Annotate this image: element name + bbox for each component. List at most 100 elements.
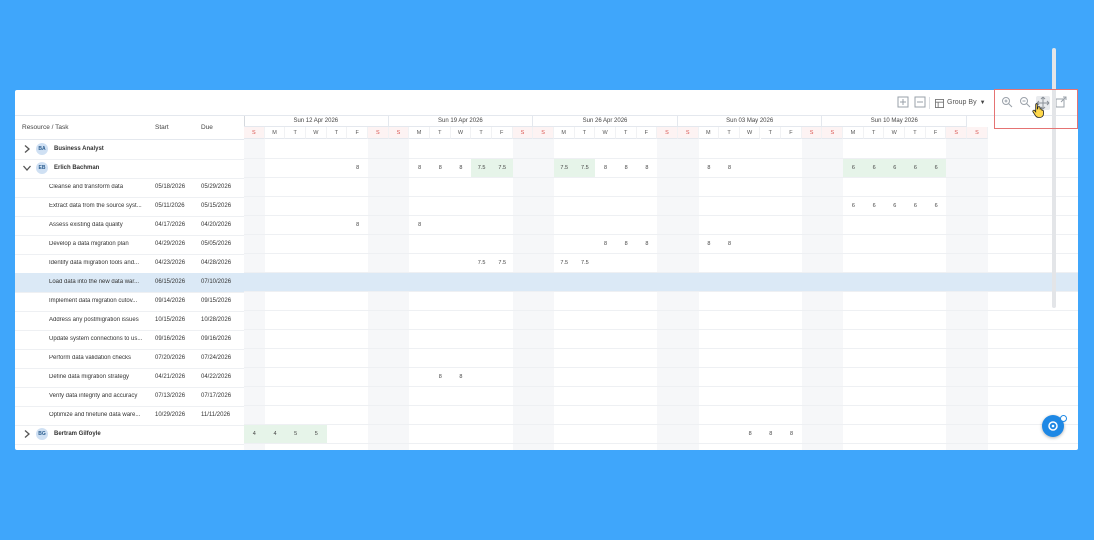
allocated-hours-cell[interactable]: 4 <box>244 425 265 443</box>
task-row[interactable]: Perform data validation checks 07/20/2026… <box>15 349 244 369</box>
allocated-hours-cell[interactable]: 7.5 <box>492 254 513 272</box>
allocated-hours-cell[interactable]: 8 <box>451 159 472 177</box>
timeline-row[interactable]: 88 <box>244 216 1078 235</box>
allocated-hours-cell[interactable]: 6 <box>843 197 864 215</box>
allocated-hours-cell[interactable]: 8 <box>637 159 658 177</box>
timeline-row[interactable] <box>244 406 1078 425</box>
allocated-hours-cell[interactable]: 7.5 <box>471 159 492 177</box>
column-header-resource-task[interactable]: Resource / Task <box>22 124 68 131</box>
task-row[interactable]: Define data migration strategy 04/21/2026… <box>15 368 244 388</box>
allocated-hours-cell[interactable]: 7.5 <box>491 159 513 177</box>
task-row[interactable]: Verify data integrity and accuracy 07/13/… <box>15 387 244 407</box>
allocated-hours-cell[interactable]: 8 <box>347 159 368 177</box>
allocated-hours-cell[interactable]: 8 <box>719 235 740 253</box>
open-external-icon[interactable] <box>1055 96 1069 110</box>
task-row[interactable]: Cleanse and transform data 05/18/2026 05/2… <box>15 178 244 198</box>
task-start-date: 04/23/2026 <box>155 260 186 266</box>
allocated-hours-cell[interactable]: 8 <box>347 216 368 234</box>
task-row[interactable]: Optimize and finetune data ware... 10/29/… <box>15 406 244 426</box>
zoom-in-icon[interactable] <box>1001 96 1015 110</box>
task-row[interactable]: Implement data migration cutov... 09/14/2… <box>15 292 244 312</box>
column-header-start[interactable]: Start <box>155 124 169 131</box>
timeline-row[interactable] <box>244 178 1078 197</box>
task-row[interactable]: Update system connections to us... 09/16/… <box>15 330 244 350</box>
collapse-all-icon[interactable] <box>914 96 928 110</box>
allocated-hours-cell[interactable]: 8 <box>781 425 802 443</box>
allocated-hours-cell[interactable]: 8 <box>761 425 782 443</box>
resource-row[interactable]: EB Erlich Bachman <box>15 159 244 179</box>
task-start-date: 06/15/2026 <box>155 279 186 285</box>
task-row[interactable]: Identify data migration tools and... 04/2… <box>15 254 244 274</box>
vertical-scrollbar[interactable] <box>1052 48 1056 308</box>
timeline-row[interactable] <box>244 387 1078 406</box>
allocated-hours-cell[interactable]: 8 <box>699 235 720 253</box>
timeline-row[interactable] <box>244 330 1078 349</box>
allocated-hours-cell[interactable]: 8 <box>699 159 720 177</box>
resource-row[interactable]: BA Business Analyst <box>15 140 244 160</box>
allocated-hours-cell[interactable]: 4 <box>264 425 286 443</box>
allocated-hours-cell[interactable]: 7.5 <box>553 159 575 177</box>
timeline-row[interactable]: 88888 <box>244 235 1078 254</box>
task-name: Define data migration strategy <box>49 374 130 380</box>
allocated-hours-cell[interactable]: 8 <box>740 425 761 443</box>
allocated-hours-cell[interactable]: 8 <box>409 159 430 177</box>
expand-all-icon[interactable] <box>897 96 911 110</box>
toolbar-divider <box>929 97 930 109</box>
allocated-hours-cell[interactable]: 6 <box>864 197 885 215</box>
allocated-hours-cell[interactable]: 6 <box>884 159 906 177</box>
timeline-row[interactable] <box>244 311 1078 330</box>
chevron-right-icon[interactable] <box>22 429 32 439</box>
timeline-row[interactable]: 7.5 7.5 7.5 7.5 <box>244 254 1078 273</box>
allocated-hours-cell[interactable]: 8 <box>616 235 637 253</box>
task-row[interactable]: Load data into the new data war... 06/15/… <box>15 273 244 293</box>
timeline-row[interactable] <box>244 292 1078 311</box>
column-header-due[interactable]: Due <box>201 124 213 131</box>
allocated-hours-cell[interactable]: 8 <box>409 216 430 234</box>
allocated-hours-cell[interactable]: 7.5 <box>554 254 575 272</box>
allocated-hours-cell[interactable]: 8 <box>430 159 451 177</box>
allocated-hours-cell[interactable]: 5 <box>285 425 306 443</box>
task-start-date: 04/21/2026 <box>155 374 186 380</box>
timeline-row[interactable] <box>244 140 1078 159</box>
allocated-hours-cell[interactable]: 8 <box>595 235 616 253</box>
day-header: M <box>409 127 430 139</box>
timeline-row[interactable] <box>244 349 1078 368</box>
timeline-row[interactable]: 88 <box>244 368 1078 387</box>
allocated-hours-cell[interactable]: 8 <box>451 368 472 386</box>
chevron-down-icon[interactable] <box>22 163 32 173</box>
chevron-down-icon: ▼ <box>979 100 986 106</box>
resource-row[interactable]: BG Bertram Gilfoyle <box>15 425 244 445</box>
timeline-row[interactable]: 4455888 <box>244 425 1078 444</box>
allocated-hours-cell[interactable]: 6 <box>884 197 905 215</box>
timeline-row[interactable]: 66666 <box>244 197 1078 216</box>
allocated-hours-cell[interactable]: 6 <box>925 159 947 177</box>
allocated-hours-cell[interactable]: 8 <box>430 368 451 386</box>
allocated-hours-cell[interactable]: 6 <box>905 197 926 215</box>
allocated-hours-cell[interactable]: 6 <box>926 197 947 215</box>
week-header: Sun 10 May 2026 <box>822 116 968 127</box>
allocated-hours-cell[interactable]: 6 <box>863 159 885 177</box>
allocated-hours-cell[interactable]: 7.5 <box>471 254 492 272</box>
task-row[interactable]: Address any postmigration issues 10/15/20… <box>15 311 244 331</box>
allocated-hours-cell[interactable]: 5 <box>305 425 327 443</box>
task-row[interactable]: Extract data from the source syst... 05/1… <box>15 197 244 217</box>
task-start-date: 04/29/2026 <box>155 241 186 247</box>
task-start-date: 10/15/2026 <box>155 317 186 323</box>
allocated-hours-cell[interactable]: 8 <box>637 235 658 253</box>
timeline-row[interactable] <box>244 273 1078 292</box>
task-row[interactable]: Develop a data migration plan 04/29/2026 0… <box>15 235 244 255</box>
allocated-hours-cell[interactable]: 7.5 <box>575 254 596 272</box>
day-header: W <box>450 127 472 139</box>
allocated-hours-cell[interactable]: 6 <box>905 159 926 177</box>
allocated-hours-cell[interactable]: 7.5 <box>574 159 596 177</box>
chevron-right-icon[interactable] <box>22 144 32 154</box>
allocated-hours-cell[interactable]: 8 <box>616 159 637 177</box>
resource-name: Bertram Gilfoyle <box>54 431 101 437</box>
task-row[interactable]: Assess existing data quality 04/17/2026 04… <box>15 216 244 236</box>
timeline-row[interactable]: 8 8 8 8 7.5 7.5 7.5 7.5 8 8 8 8 8 6 6 6 6 6 <box>244 159 1078 178</box>
allocated-hours-cell[interactable]: 8 <box>719 159 740 177</box>
group-by-button[interactable]: Group By ▼ <box>935 96 986 110</box>
allocated-hours-cell[interactable]: 6 <box>843 159 864 177</box>
task-name: Optimize and finetune data ware... <box>49 412 141 418</box>
allocated-hours-cell[interactable]: 8 <box>595 159 616 177</box>
